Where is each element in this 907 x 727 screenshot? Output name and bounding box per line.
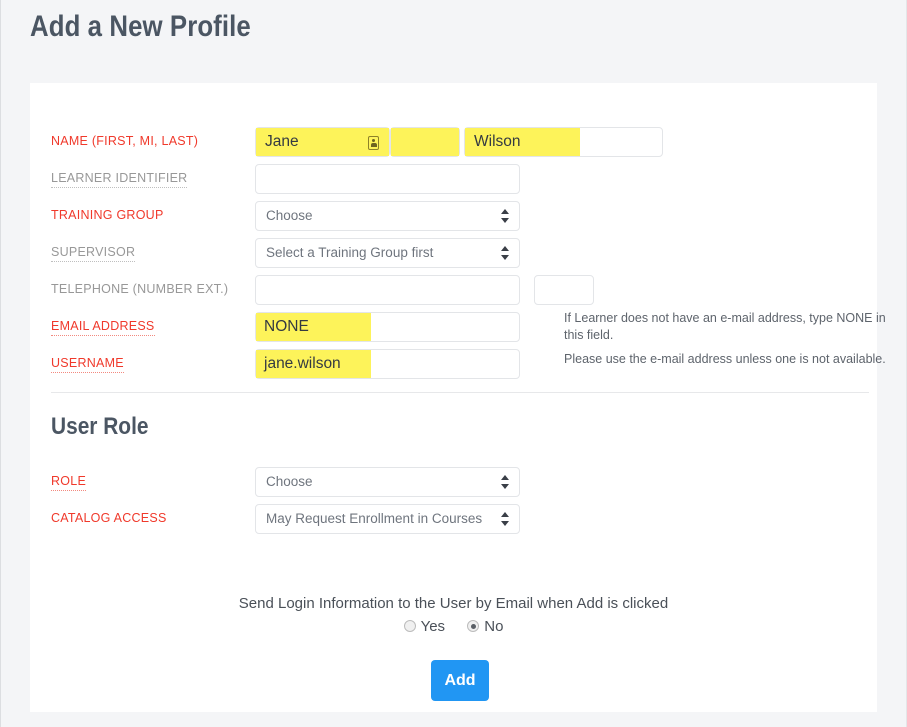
profile-form-card: NAME (FIRST, MI, LAST) Jane Wilson LEARN… — [30, 83, 886, 712]
telephone-number-input[interactable] — [255, 275, 520, 305]
send-login-info-text: Send Login Information to the User by Em… — [238, 595, 669, 612]
label-email-address: EMAIL ADDRESS — [51, 318, 155, 336]
radio-no-label: No — [484, 618, 504, 635]
training-group-select-value: Choose — [266, 208, 313, 223]
chevron-updown-icon — [501, 512, 510, 526]
catalog-access-select-value: May Request Enrollment in Courses — [266, 511, 483, 526]
radio-no-dot[interactable] — [467, 620, 480, 632]
chevron-updown-icon — [501, 209, 510, 223]
label-supervisor: SUPERVISOR — [51, 244, 136, 262]
last-name-input[interactable] — [464, 127, 663, 157]
add-button[interactable]: Add — [431, 660, 489, 701]
radio-option-no[interactable]: No — [467, 618, 503, 635]
supervisor-select[interactable]: Select a Training Group first — [255, 238, 520, 268]
label-role: ROLE — [51, 473, 87, 491]
section-divider — [51, 392, 869, 393]
radio-yes-dot[interactable] — [403, 620, 416, 632]
learner-identifier-input[interactable] — [255, 164, 520, 194]
role-select-value: Choose — [266, 474, 313, 489]
telephone-ext-input[interactable] — [534, 275, 594, 305]
label-telephone: TELEPHONE (NUMBER EXT.) — [51, 282, 229, 296]
label-username: USERNAME — [51, 355, 124, 373]
contact-card-icon — [368, 136, 379, 150]
label-catalog-access: CATALOG ACCESS — [51, 511, 167, 525]
page-title: Add a New Profile — [30, 10, 251, 43]
radio-option-yes[interactable]: Yes — [403, 618, 446, 635]
field-row-username: USERNAME jane.wilson Please use the e-ma… — [30, 349, 886, 392]
label-learner-identifier: LEARNER IDENTIFIER — [51, 170, 188, 188]
middle-initial-input[interactable] — [390, 127, 460, 157]
field-row-catalog-access: CATALOG ACCESS May Request Enrollment in… — [30, 504, 877, 547]
email-address-input[interactable] — [255, 312, 520, 342]
username-input[interactable] — [255, 349, 520, 379]
supervisor-select-value: Select a Training Group first — [266, 245, 434, 260]
training-group-select[interactable]: Choose — [255, 201, 520, 231]
catalog-access-select[interactable]: May Request Enrollment in Courses — [255, 504, 520, 534]
label-name: NAME (FIRST, MI, LAST) — [51, 134, 199, 148]
page-edge-left — [0, 0, 1, 727]
radio-yes-label: Yes — [420, 618, 446, 635]
username-helper-text: Please use the e-mail address unless one… — [564, 352, 886, 366]
role-select[interactable]: Choose — [255, 467, 520, 497]
send-login-radio-group: Yes No — [30, 618, 877, 635]
email-helper-text: If Learner does not have an e-mail addre… — [564, 311, 886, 342]
chevron-updown-icon — [501, 246, 510, 260]
label-training-group: TRAINING GROUP — [51, 208, 164, 222]
page-header: Add a New Profile — [0, 0, 907, 83]
chevron-updown-icon — [501, 475, 510, 489]
section-title-user-role: User Role — [51, 413, 149, 440]
